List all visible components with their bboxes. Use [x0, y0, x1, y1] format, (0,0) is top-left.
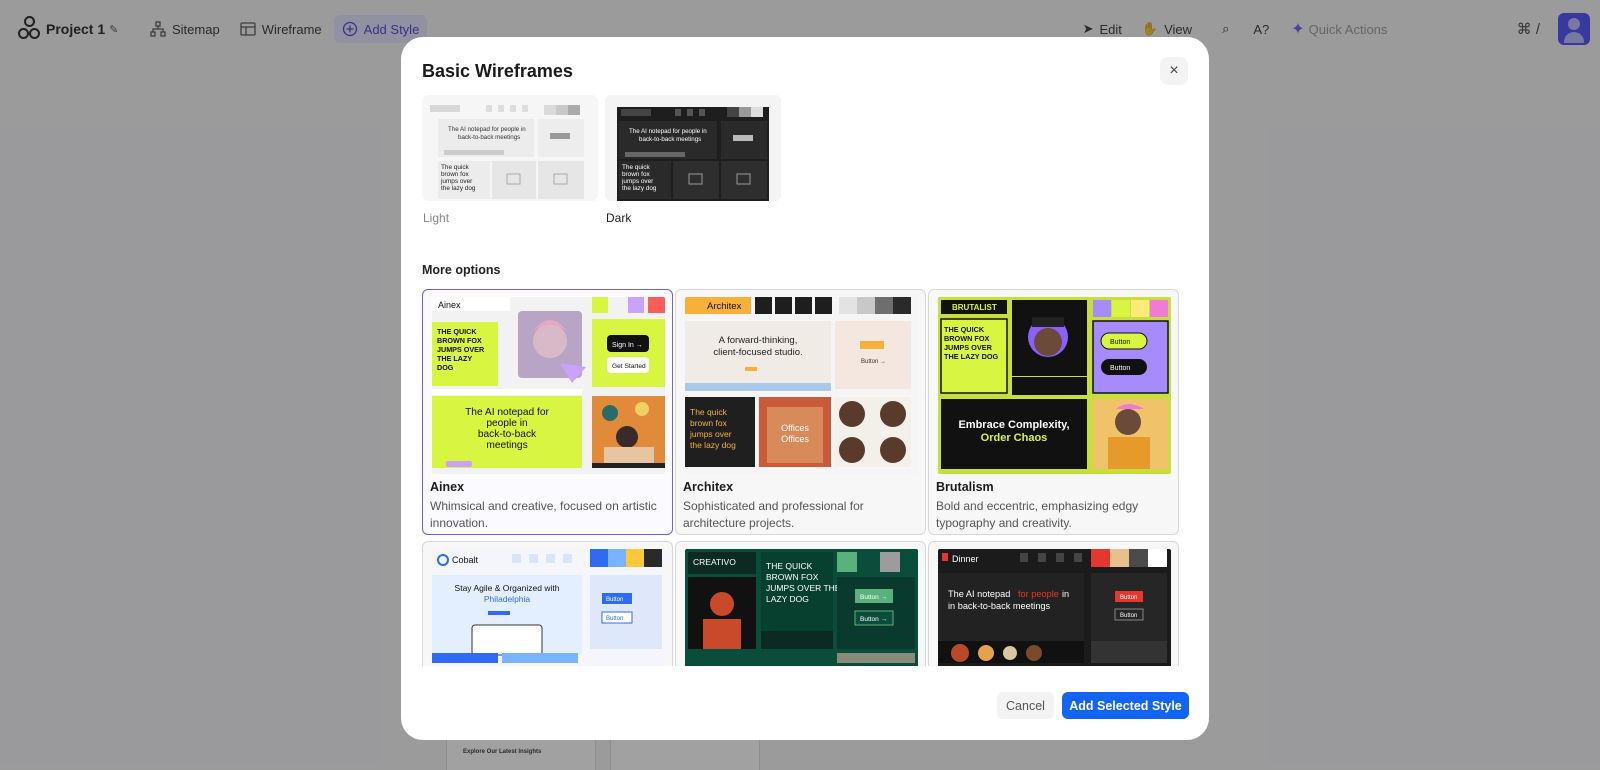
svg-text:the lazy dog: the lazy dog — [690, 440, 736, 450]
svg-text:The quick: The quick — [690, 407, 728, 417]
creativo-preview: CREATIVO THE QUICK BROWN FOX JUMPS OVER … — [685, 549, 918, 666]
svg-text:Button: Button — [1110, 339, 1130, 346]
svg-text:THE QUICK: THE QUICK — [944, 325, 985, 334]
svg-text:people in: people in — [486, 418, 527, 429]
style-modal: Basic Wireframes × The AI notepad for pe… — [401, 37, 1209, 740]
svg-text:BROWN FOX: BROWN FOX — [766, 572, 819, 582]
svg-text:in back-to-back meetings: in back-to-back meetings — [948, 601, 1051, 611]
style-card-dinner[interactable]: Dinner The AI notepad for people in in b… — [928, 541, 1179, 666]
svg-text:DOG: DOG — [437, 363, 454, 372]
svg-text:The quick: The quick — [441, 164, 470, 171]
style-card-creativo[interactable]: CREATIVO THE QUICK BROWN FOX JUMPS OVER … — [675, 541, 926, 666]
svg-text:in: in — [1062, 589, 1069, 599]
light-label: Light — [423, 211, 450, 225]
svg-text:brown fox: brown fox — [690, 418, 728, 428]
cobalt-preview: Cobalt Stay Agile & Organized with Phila… — [432, 549, 665, 666]
svg-text:jumps over: jumps over — [689, 429, 732, 439]
svg-text:Offices: Offices — [781, 423, 809, 433]
svg-text:Sign In →: Sign In → — [612, 342, 643, 349]
basic-style-light[interactable]: The AI notepad for people in back-to-bac… — [422, 95, 598, 201]
style-description: Whimsical and creative, focused on artis… — [430, 499, 657, 530]
svg-text:brown fox: brown fox — [622, 171, 651, 178]
dinner-preview: Dinner The AI notepad for people in in b… — [938, 549, 1171, 666]
svg-text:LAZY DOG: LAZY DOG — [766, 594, 809, 604]
style-name: Brutalism — [936, 480, 994, 494]
style-description: Bold and eccentric, emphasizing edgy typ… — [936, 499, 1139, 530]
cancel-button[interactable]: Cancel — [997, 692, 1054, 719]
svg-text:JUMPS OVER: JUMPS OVER — [944, 343, 993, 352]
svg-text:jumps over: jumps over — [440, 178, 473, 185]
brutalism-preview: BRUTALIST THE QUICK BROWN FOX JUMPS OVER… — [938, 297, 1171, 474]
svg-text:JUMPS OVER THE: JUMPS OVER THE — [766, 583, 841, 593]
svg-text:back-to-back meetings: back-to-back meetings — [458, 134, 520, 141]
close-button[interactable]: × — [1160, 57, 1188, 85]
svg-text:THE LAZY DOG: THE LAZY DOG — [944, 352, 999, 361]
svg-text:Button →: Button → — [861, 359, 886, 365]
modal-title: Basic Wireframes — [422, 61, 573, 81]
add-selected-style-button[interactable]: Add Selected Style — [1062, 692, 1189, 719]
svg-text:brown fox: brown fox — [441, 171, 470, 178]
svg-text:BROWN FOX: BROWN FOX — [437, 336, 482, 345]
style-card-architex[interactable]: Architex A forward-thinking, client-focu… — [675, 289, 926, 535]
basic-style-dark[interactable]: The AI notepad for people in back-to-bac… — [605, 95, 781, 201]
close-icon: × — [1169, 62, 1179, 79]
svg-text:Architex: Architex — [707, 301, 742, 312]
svg-text:Get Started: Get Started — [612, 363, 646, 370]
svg-text:Button: Button — [1120, 613, 1137, 619]
svg-text:Philadelphia: Philadelphia — [484, 594, 531, 604]
svg-text:Button: Button — [606, 597, 623, 603]
svg-text:jumps over: jumps over — [621, 178, 654, 185]
style-card-ainex[interactable]: Ainex THE QUICK BROWN FOX JUMPS OVER THE… — [422, 289, 673, 535]
svg-text:client-focused studio.: client-focused studio. — [713, 347, 802, 358]
svg-text:JUMPS OVER: JUMPS OVER — [437, 345, 485, 354]
svg-text:Stay Agile & Organized with: Stay Agile & Organized with — [455, 583, 560, 593]
svg-text:The AI notepad for: The AI notepad for — [465, 407, 549, 418]
svg-text:The quick: The quick — [622, 164, 651, 171]
svg-text:The AI notepad: The AI notepad — [948, 589, 1010, 599]
svg-text:the lazy dog: the lazy dog — [622, 185, 657, 192]
svg-text:Offices: Offices — [781, 434, 809, 444]
style-name: Ainex — [430, 480, 465, 494]
dark-hero-text: The AI notepad for people in — [629, 128, 707, 135]
svg-text:THE LAZY: THE LAZY — [437, 354, 472, 363]
svg-text:CREATIVO: CREATIVO — [693, 557, 736, 567]
svg-text:Cobalt: Cobalt — [452, 555, 479, 565]
svg-text:THE QUICK: THE QUICK — [437, 327, 477, 336]
svg-text:back-to-back: back-to-back — [478, 429, 537, 440]
svg-text:for people: for people — [1018, 589, 1059, 599]
svg-text:Button: Button — [606, 616, 623, 622]
svg-text:back-to-back meetings: back-to-back meetings — [639, 136, 701, 143]
ainex-preview: Ainex THE QUICK BROWN FOX JUMPS OVER THE… — [432, 297, 665, 474]
svg-text:A forward-thinking,: A forward-thinking, — [719, 335, 798, 346]
svg-text:Button: Button — [1120, 595, 1137, 601]
svg-text:Button: Button — [1110, 365, 1130, 372]
svg-text:Ainex: Ainex — [438, 300, 461, 310]
style-name: Architex — [683, 480, 734, 494]
svg-text:BRUTALIST: BRUTALIST — [952, 303, 997, 312]
svg-text:BROWN FOX: BROWN FOX — [944, 334, 990, 343]
svg-text:Order Chaos: Order Chaos — [981, 432, 1048, 444]
svg-text:THE QUICK: THE QUICK — [766, 561, 813, 571]
style-card-cobalt[interactable]: Cobalt Stay Agile & Organized with Phila… — [422, 541, 673, 666]
architex-preview: Architex A forward-thinking, client-focu… — [685, 297, 918, 474]
svg-text:Dinner: Dinner — [952, 554, 979, 564]
style-card-brutalism[interactable]: BRUTALIST THE QUICK BROWN FOX JUMPS OVER… — [928, 289, 1179, 535]
svg-text:Button →: Button → — [860, 616, 887, 623]
style-grid[interactable]: Ainex THE QUICK BROWN FOX JUMPS OVER THE… — [422, 289, 1189, 666]
more-options-title: More options — [422, 263, 501, 277]
svg-text:meetings: meetings — [486, 440, 527, 451]
light-hero-text: The AI notepad for people in — [448, 126, 526, 133]
dark-wireframe-preview: The AI notepad for people in back-to-bac… — [605, 95, 781, 201]
light-wireframe-preview: The AI notepad for people in back-to-bac… — [422, 95, 598, 201]
svg-text:the lazy dog: the lazy dog — [441, 185, 476, 192]
dark-label: Dark — [606, 211, 632, 225]
svg-text:Button →: Button → — [860, 594, 887, 601]
style-description: Sophisticated and professional for archi… — [683, 499, 864, 530]
svg-text:Embrace Complexity,: Embrace Complexity, — [958, 419, 1069, 431]
